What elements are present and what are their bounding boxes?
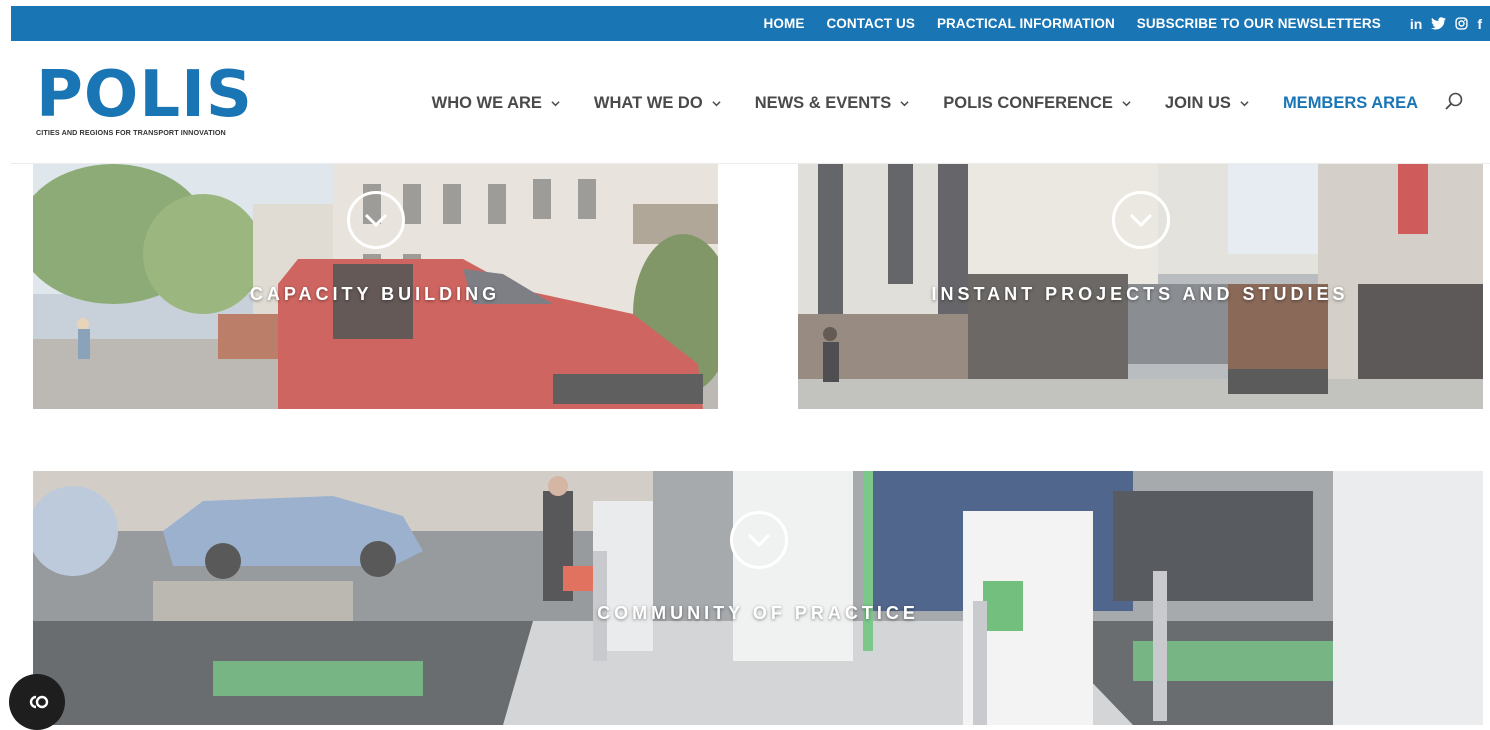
facebook-icon[interactable]: f	[1477, 17, 1482, 31]
linkedin-icon[interactable]: in	[1410, 17, 1422, 31]
top-link-home[interactable]: HOME	[764, 16, 805, 31]
instagram-icon[interactable]	[1455, 17, 1468, 30]
twitter-icon[interactable]	[1431, 17, 1447, 30]
nav-label: WHO WE ARE	[431, 94, 542, 112]
chevron-down-icon	[712, 101, 721, 107]
chevron-down-icon	[1122, 101, 1131, 107]
nav-item-what-we-do[interactable]: WHAT WE DO	[594, 94, 721, 113]
tile-capacity-building[interactable]: CAPACITY BUILDING	[33, 164, 718, 409]
logo-wordmark: POLIS	[36, 58, 253, 132]
logo-tagline: CITIES AND REGIONS FOR TRANSPORT INNOVAT…	[36, 128, 226, 137]
top-link-practical-information[interactable]: PRACTICAL INFORMATION	[937, 16, 1115, 31]
tile-title: COMMUNITY OF PRACTICE	[597, 603, 919, 623]
nav-item-join-us[interactable]: JOIN US	[1165, 94, 1249, 113]
social-links: in f	[1401, 17, 1482, 31]
chevron-down-icon	[900, 101, 909, 107]
nav-item-polis-conference[interactable]: POLIS CONFERENCE	[943, 94, 1131, 113]
top-link-subscribe-newsletters[interactable]: SUBSCRIBE TO OUR NEWSLETTERS	[1137, 16, 1381, 31]
top-link-contact-us[interactable]: CONTACT US	[826, 16, 915, 31]
cookie-settings-icon	[29, 695, 49, 709]
nav-label: NEWS & EVENTS	[754, 94, 892, 112]
tile-community-of-practice[interactable]: COMMUNITY OF PRACTICE	[33, 471, 1483, 725]
chevron-down-icon	[551, 101, 560, 107]
top-bar: HOME CONTACT US PRACTICAL INFORMATION SU…	[11, 6, 1490, 41]
main-nav: WHO WE ARE WHAT WE DO NEWS & EVENTS POLI…	[398, 91, 1464, 116]
chevron-down-circle-icon[interactable]	[730, 511, 788, 569]
nav-item-news-events[interactable]: NEWS & EVENTS	[755, 94, 910, 113]
nav-item-members-area[interactable]: MEMBERS AREA	[1283, 94, 1418, 113]
polis-logo[interactable]: POLIS CITIES AND REGIONS FOR TRANSPORT I…	[36, 58, 253, 137]
nav-label: JOIN US	[1164, 94, 1231, 112]
nav-label: WHAT WE DO	[593, 94, 703, 112]
site-header: POLIS CITIES AND REGIONS FOR TRANSPORT I…	[11, 41, 1490, 164]
chevron-down-circle-icon[interactable]	[1112, 191, 1170, 249]
chevron-down-circle-icon[interactable]	[347, 191, 405, 249]
tile-instant-projects-studies[interactable]: INSTANT PROJECTS AND STUDIES	[798, 164, 1483, 409]
tile-title: CAPACITY BUILDING	[249, 284, 501, 304]
nav-label: POLIS CONFERENCE	[943, 94, 1113, 112]
chevron-down-icon	[1240, 101, 1249, 107]
search-icon[interactable]	[1444, 91, 1464, 116]
nav-item-who-we-are[interactable]: WHO WE ARE	[432, 94, 560, 113]
cookie-settings-button[interactable]	[9, 674, 65, 730]
tile-title: INSTANT PROJECTS AND STUDIES	[931, 284, 1349, 304]
